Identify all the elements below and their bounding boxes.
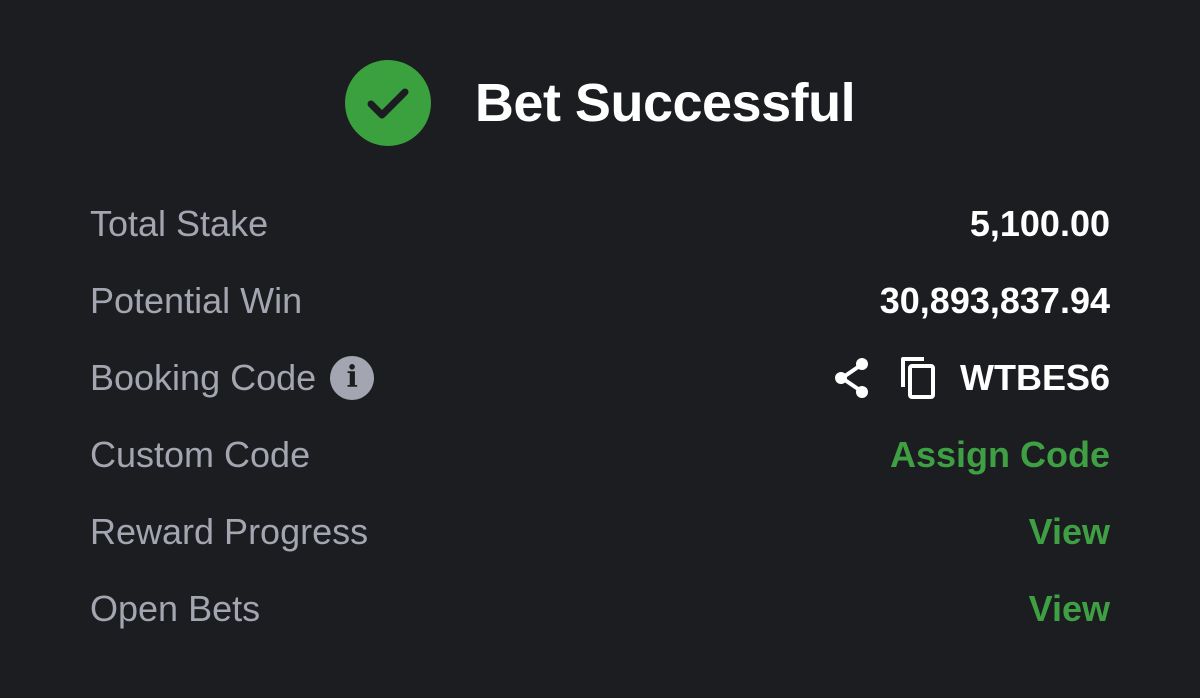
page-title: Bet Successful	[474, 73, 856, 133]
total-stake-value: 5,100.00	[969, 202, 1110, 244]
check-circle-icon	[344, 60, 431, 146]
booking-code-label: Booking Code	[90, 356, 317, 398]
info-icon[interactable]: i	[330, 355, 375, 400]
booking-code-row: Booking Code i WTBES6	[90, 339, 1110, 416]
share-icon[interactable]	[832, 357, 872, 399]
custom-code-row: Custom Code Assign Code	[90, 416, 1110, 493]
copy-icon[interactable]	[898, 355, 938, 401]
total-stake-row: Total Stake 5,100.00	[90, 185, 1110, 262]
reward-progress-row: Reward Progress View	[90, 493, 1110, 570]
open-bets-view-link[interactable]: View	[1029, 588, 1110, 630]
reward-progress-label: Reward Progress	[90, 510, 369, 552]
assign-code-link[interactable]: Assign Code	[890, 434, 1110, 476]
open-bets-label: Open Bets	[90, 587, 261, 629]
total-stake-label: Total Stake	[90, 202, 269, 244]
booking-code-value[interactable]: WTBES6	[960, 357, 1110, 399]
success-header: Bet Successful	[0, 58, 1200, 148]
booking-code-value-group: WTBES6	[832, 355, 1110, 401]
reward-progress-view-link[interactable]: View	[1029, 511, 1110, 553]
bet-summary: Total Stake 5,100.00 Potential Win 30,89…	[90, 185, 1110, 647]
potential-win-value: 30,893,837.94	[879, 279, 1110, 321]
potential-win-row: Potential Win 30,893,837.94	[90, 262, 1110, 339]
custom-code-label: Custom Code	[90, 433, 311, 475]
booking-code-label-group: Booking Code i	[90, 355, 375, 400]
potential-win-label: Potential Win	[90, 279, 303, 321]
open-bets-row: Open Bets View	[90, 570, 1110, 647]
